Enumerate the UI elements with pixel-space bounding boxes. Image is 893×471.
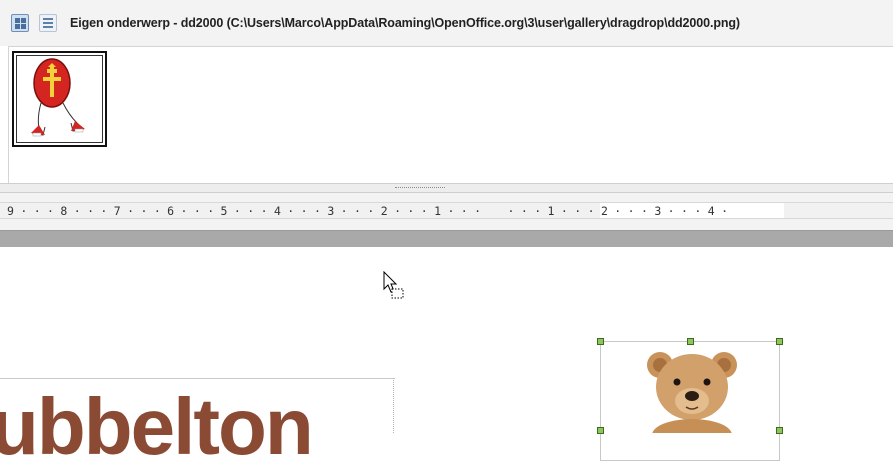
- detail-view-button[interactable]: [39, 14, 57, 32]
- ruler-scale: 9 · · · 8 · · · 7 · · · 6 · · · 5 · · · …: [7, 204, 728, 218]
- text-boundary-vertical: [393, 378, 394, 433]
- gallery-thumbnail[interactable]: [12, 51, 107, 147]
- splitter-grip[interactable]: [395, 187, 445, 190]
- gallery-toolbar: Eigen onderwerp - dd2000 (C:\Users\Marco…: [0, 0, 893, 46]
- horizontal-ruler[interactable]: 9 · · · 8 · · · 7 · · · 6 · · · 5 · · · …: [0, 193, 893, 230]
- workspace-border: [0, 230, 893, 247]
- teddy-bear-image[interactable]: [622, 345, 762, 433]
- ruler-strip: 9 · · · 8 · · · 7 · · · 6 · · · 5 · · · …: [0, 202, 893, 219]
- document-heading[interactable]: ubbelton: [0, 387, 314, 467]
- gallery-title: Eigen onderwerp - dd2000 (C:\Users\Marco…: [70, 16, 740, 30]
- sinterklaas-mitre-icon: [31, 58, 85, 137]
- text-boundary: [0, 378, 395, 379]
- icon-view-button[interactable]: [11, 14, 29, 32]
- resize-handle-top-left[interactable]: [597, 338, 604, 345]
- resize-handle-top-right[interactable]: [776, 338, 783, 345]
- gallery-pane: [8, 46, 893, 183]
- drag-copy-cursor-icon: [383, 271, 404, 299]
- document-canvas[interactable]: ubbelton: [0, 247, 893, 467]
- resize-handle-top[interactable]: [687, 338, 694, 345]
- gallery-splitter[interactable]: [0, 183, 893, 193]
